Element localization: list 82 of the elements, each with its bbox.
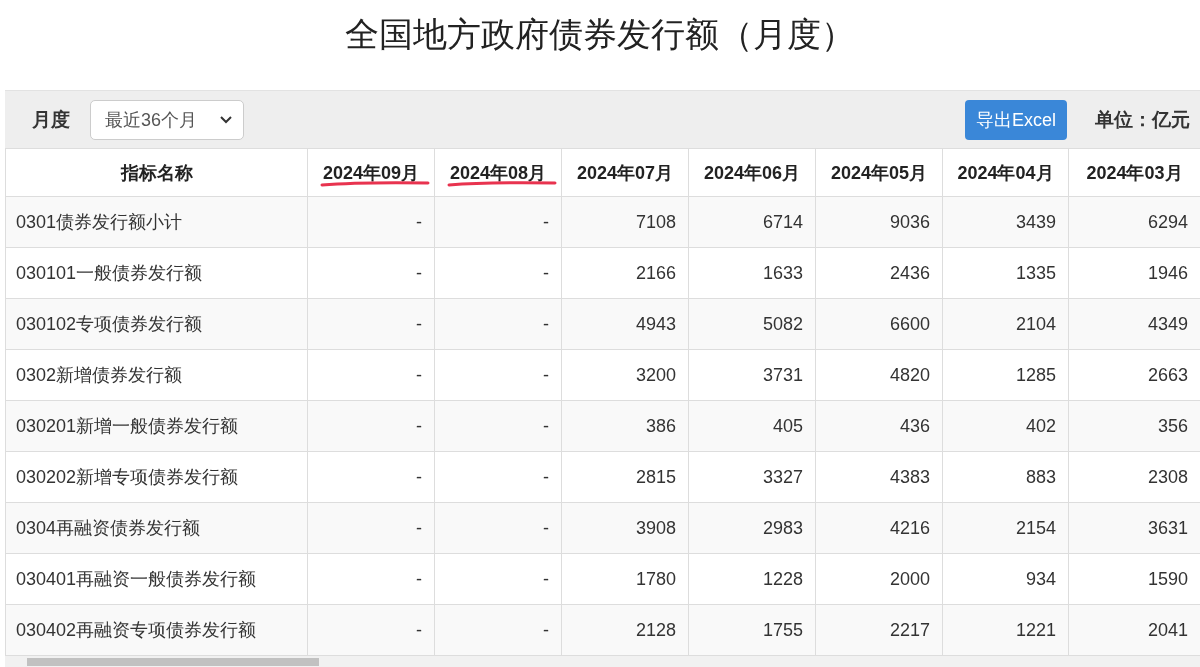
table-cell: - xyxy=(307,247,435,299)
table-cell: 402 xyxy=(942,400,1069,452)
table-cell: 6294 xyxy=(1068,196,1200,248)
table-cell: 7108 xyxy=(561,196,689,248)
table-cell: 3327 xyxy=(688,451,816,503)
table-cell: - xyxy=(434,451,562,503)
table-cell: - xyxy=(434,604,562,656)
table-cell: - xyxy=(307,502,435,554)
column-header: 2024年09月 xyxy=(307,148,435,197)
table-cell: 934 xyxy=(942,553,1069,605)
column-header: 指标名称 xyxy=(5,148,308,197)
table-cell: 2217 xyxy=(815,604,943,656)
page-title: 全国地方政府债券发行额（月度） xyxy=(344,14,856,55)
table-cell: - xyxy=(434,349,562,401)
table-cell: 3908 xyxy=(561,502,689,554)
row-label: 0301债券发行额小计 xyxy=(5,196,308,248)
row-label: 0304再融资债券发行额 xyxy=(5,502,308,554)
table-cell: 6600 xyxy=(815,298,943,350)
column-header: 2024年04月 xyxy=(942,148,1069,197)
table-cell: - xyxy=(434,247,562,299)
table-cell: 1285 xyxy=(942,349,1069,401)
table-cell: 1228 xyxy=(688,553,816,605)
column-header: 2024年03月 xyxy=(1068,148,1200,197)
table-cell: 356 xyxy=(1068,400,1200,452)
table-cell: - xyxy=(307,196,435,248)
export-button[interactable]: 导出Excel xyxy=(965,99,1067,140)
column-header: 2024年06月 xyxy=(688,148,816,197)
table-cell: - xyxy=(434,298,562,350)
table-cell: - xyxy=(434,400,562,452)
row-label: 030401再融资一般债券发行额 xyxy=(5,553,308,605)
table-cell: 4349 xyxy=(1068,298,1200,350)
table-cell: - xyxy=(307,298,435,350)
row-label: 030402再融资专项债券发行额 xyxy=(5,604,308,656)
table-cell: 2128 xyxy=(561,604,689,656)
table-cell: 3731 xyxy=(688,349,816,401)
table-cell: 405 xyxy=(688,400,816,452)
table-cell: - xyxy=(307,451,435,503)
row-label: 0302新增债券发行额 xyxy=(5,349,308,401)
period-label: 月度 xyxy=(32,107,70,132)
table-cell: - xyxy=(307,604,435,656)
table-cell: 1755 xyxy=(688,604,816,656)
table-cell: - xyxy=(307,553,435,605)
column-header: 2024年05月 xyxy=(815,148,943,197)
table-cell: 4820 xyxy=(815,349,943,401)
row-label: 030102专项债券发行额 xyxy=(5,298,308,350)
table-cell: - xyxy=(307,349,435,401)
table-cell: 9036 xyxy=(815,196,943,248)
table-cell: 1780 xyxy=(561,553,689,605)
table-cell: 5082 xyxy=(688,298,816,350)
caret-icon xyxy=(219,114,234,125)
table-cell: 1633 xyxy=(688,247,816,299)
table-cell: 2041 xyxy=(1068,604,1200,656)
table-cell: 4943 xyxy=(561,298,689,350)
table-cell: 3200 xyxy=(561,349,689,401)
table-cell: - xyxy=(434,196,562,248)
table-cell: 2436 xyxy=(815,247,943,299)
column-header: 2024年08月 xyxy=(434,148,562,197)
table-cell: 1335 xyxy=(942,247,1069,299)
table-cell: 3631 xyxy=(1068,502,1200,554)
row-label: 030101一般债券发行额 xyxy=(5,247,308,299)
table-cell: 386 xyxy=(561,400,689,452)
period-select[interactable]: 最近36个月 xyxy=(90,99,245,140)
table-cell: 2983 xyxy=(688,502,816,554)
unit-label: 单位：亿元 xyxy=(1095,107,1190,132)
table-cell: 4216 xyxy=(815,502,943,554)
table-cell: 2104 xyxy=(942,298,1069,350)
table-cell: - xyxy=(307,400,435,452)
table-cell: - xyxy=(434,502,562,554)
column-header: 2024年07月 xyxy=(561,148,689,197)
row-label: 030201新增一般债券发行额 xyxy=(5,400,308,452)
table-cell: 4383 xyxy=(815,451,943,503)
table-cell: 2815 xyxy=(561,451,689,503)
row-label: 030202新增专项债券发行额 xyxy=(5,451,308,503)
table-cell: 883 xyxy=(942,451,1069,503)
table-cell: 1221 xyxy=(942,604,1069,656)
table-cell: - xyxy=(434,553,562,605)
table-cell: 2166 xyxy=(561,247,689,299)
table-cell: 436 xyxy=(815,400,943,452)
table-cell: 3439 xyxy=(942,196,1069,248)
table-cell: 2000 xyxy=(815,553,943,605)
table-cell: 6714 xyxy=(688,196,816,248)
table-cell: 2154 xyxy=(942,502,1069,554)
